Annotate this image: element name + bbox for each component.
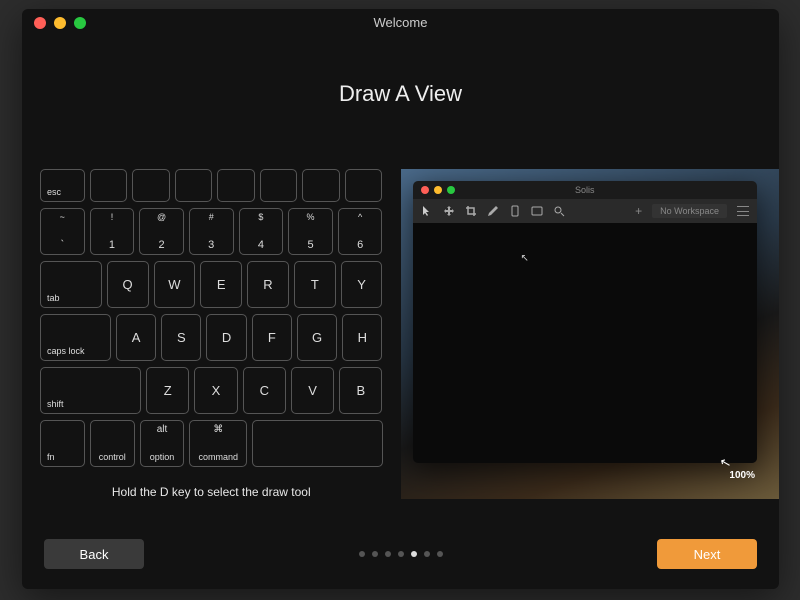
key-1: !1 <box>90 208 135 255</box>
page-dot[interactable] <box>424 551 430 557</box>
preview-titlebar: Solis <box>413 181 758 199</box>
titlebar: Welcome <box>22 9 779 36</box>
preview-panel: Solis + No Workspace ↖ <box>401 169 780 499</box>
preview-toolbar: + No Workspace <box>413 199 758 223</box>
key-space <box>252 420 382 467</box>
preview-title: Solis <box>413 185 758 195</box>
key-b: B <box>339 367 382 414</box>
cursor-icon <box>421 205 433 217</box>
key-f3 <box>175 169 213 202</box>
key-tab: tab <box>40 261 102 308</box>
key-f: F <box>252 314 292 361</box>
key-d: D <box>206 314 246 361</box>
add-icon: + <box>635 204 642 218</box>
key-v: V <box>291 367 334 414</box>
key-h: H <box>342 314 382 361</box>
page-indicator <box>144 551 657 557</box>
preview-canvas: ↖ <box>413 223 758 463</box>
key-f4 <box>217 169 255 202</box>
key-2: @2 <box>139 208 184 255</box>
key-c: C <box>243 367 286 414</box>
key-f6 <box>302 169 340 202</box>
key-x: X <box>194 367 237 414</box>
key-fn: fn <box>40 420 85 467</box>
key-g: G <box>297 314 337 361</box>
page-title: Draw A View <box>22 81 779 107</box>
key-shift: shift <box>40 367 141 414</box>
traffic-lights <box>34 17 86 29</box>
workspace-label: No Workspace <box>652 204 727 218</box>
keyboard-illustration: esc ~`!1@2#3$4%5^6 tab Q W E R T <box>40 169 383 467</box>
next-button[interactable]: Next <box>657 539 757 569</box>
key-z: Z <box>146 367 189 414</box>
move-icon <box>443 205 455 217</box>
content-area: esc ~`!1@2#3$4%5^6 tab Q W E R T <box>22 169 779 499</box>
key-t: T <box>294 261 336 308</box>
page-dot[interactable] <box>385 551 391 557</box>
key-f2 <box>132 169 170 202</box>
key-e: E <box>200 261 242 308</box>
maximize-icon[interactable] <box>74 17 86 29</box>
key-f1 <box>90 169 128 202</box>
key-`: ~` <box>40 208 85 255</box>
key-q: Q <box>107 261 149 308</box>
page-dot[interactable] <box>411 551 417 557</box>
page-dot[interactable] <box>398 551 404 557</box>
menu-icon <box>737 206 749 216</box>
key-3: #3 <box>189 208 234 255</box>
footer: Back Next <box>22 537 779 571</box>
page-dot[interactable] <box>359 551 365 557</box>
key-control: control <box>90 420 135 467</box>
key-capslock: caps lock <box>40 314 111 361</box>
instruction-text: Hold the D key to select the draw tool <box>40 485 383 499</box>
key-r: R <box>247 261 289 308</box>
key-esc: esc <box>40 169 85 202</box>
window-title: Welcome <box>22 15 779 30</box>
tablet-icon <box>531 205 543 217</box>
keyboard-panel: esc ~`!1@2#3$4%5^6 tab Q W E R T <box>22 169 401 499</box>
key-s: S <box>161 314 201 361</box>
key-w: W <box>154 261 196 308</box>
key-f7 <box>345 169 383 202</box>
welcome-window: Welcome Draw A View esc ~`!1@2#3$4%5^6 t… <box>22 9 779 589</box>
cursor-icon: ↖ <box>521 253 529 264</box>
search-icon <box>553 205 565 217</box>
key-a: A <box>116 314 156 361</box>
page-dot[interactable] <box>372 551 378 557</box>
key-option: altoption <box>140 420 185 467</box>
preview-window: Solis + No Workspace ↖ <box>413 181 758 463</box>
key-f5 <box>260 169 298 202</box>
key-y: Y <box>341 261 383 308</box>
pencil-icon <box>487 205 499 217</box>
page-dot[interactable] <box>437 551 443 557</box>
phone-icon <box>509 205 521 217</box>
zoom-label: 100% <box>729 470 755 481</box>
back-button[interactable]: Back <box>44 539 144 569</box>
minimize-icon[interactable] <box>54 17 66 29</box>
crop-icon <box>465 205 477 217</box>
key-5: %5 <box>288 208 333 255</box>
close-icon[interactable] <box>34 17 46 29</box>
key-4: $4 <box>239 208 284 255</box>
key-command: ⌘command <box>189 420 247 467</box>
key-6: ^6 <box>338 208 383 255</box>
